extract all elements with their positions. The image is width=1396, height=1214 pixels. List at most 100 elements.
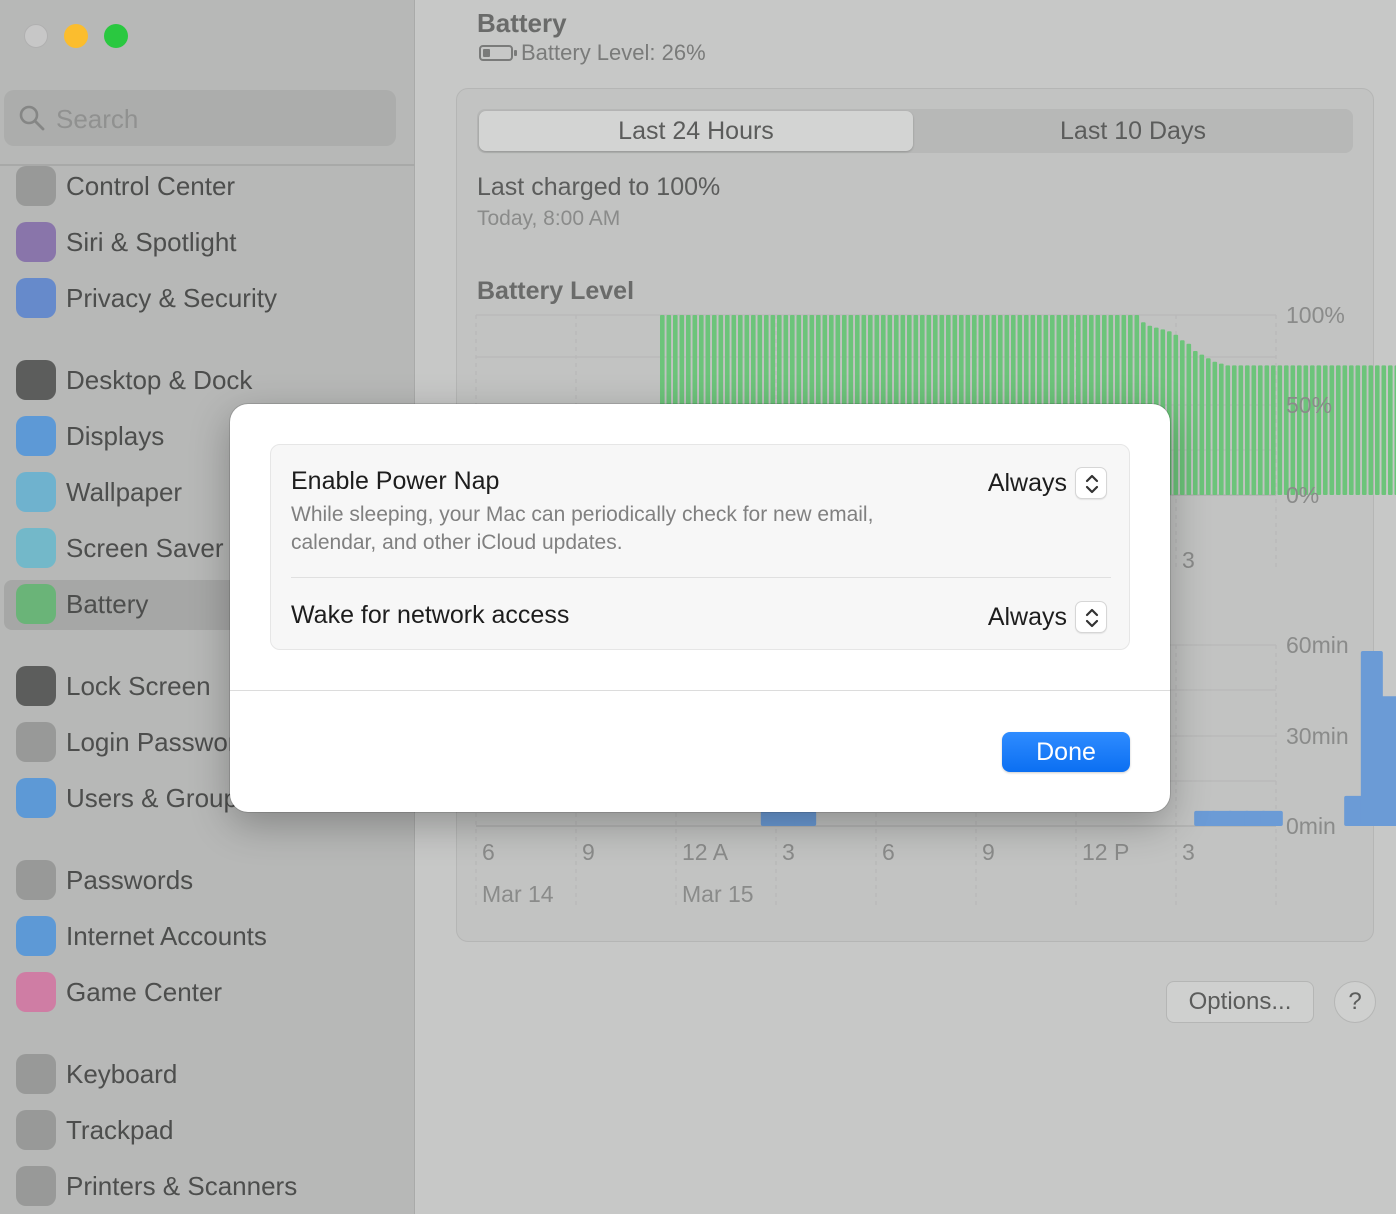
- battery-level-bar: [1219, 363, 1224, 495]
- sidebar-item-internet-accounts[interactable]: Internet Accounts: [4, 912, 404, 962]
- sidebar-item-siri-spotlight[interactable]: Siri & Spotlight: [4, 218, 404, 268]
- battery-level-bar: [1329, 365, 1335, 495]
- sidebar-item-label: Keyboard: [66, 1059, 178, 1089]
- sidebar-item-desktop-dock[interactable]: Desktop & Dock: [4, 356, 404, 406]
- usage-y-tick-label: 30min: [1286, 723, 1349, 749]
- date-label: Mar 14: [482, 881, 554, 907]
- usage-x-tick-label: 12 A: [682, 839, 729, 865]
- usage-y-tick-label: 60min: [1286, 632, 1349, 658]
- wake-network-value: Always: [987, 603, 1067, 631]
- up-down-chevron-icon: [1075, 467, 1107, 499]
- battery-level-bar: [1271, 365, 1276, 495]
- battery-y-tick-label: 50%: [1286, 392, 1332, 418]
- users-icon: [16, 778, 56, 818]
- sidebar-item-game-center[interactable]: Game Center: [4, 968, 404, 1018]
- sidebar-item-label: Internet Accounts: [66, 921, 267, 951]
- search-field[interactable]: Search: [4, 90, 396, 146]
- sidebar-item-label: Users & Groups: [66, 783, 251, 813]
- sidebar-item-keyboard[interactable]: Keyboard: [4, 1050, 404, 1100]
- sidebar-item-label: Wallpaper: [66, 477, 183, 507]
- search-icon: [19, 105, 45, 131]
- dock-icon: [16, 360, 56, 400]
- battery-level-bar: [1297, 365, 1302, 495]
- zoom-button[interactable]: [104, 24, 128, 48]
- battery-level-bar: [1245, 365, 1250, 495]
- sidebar-item-privacy-security[interactable]: Privacy & Security: [4, 274, 404, 324]
- siri-icon: [16, 222, 56, 262]
- screen-usage-bar: [1260, 810, 1283, 826]
- sidebar-item-label: Privacy & Security: [66, 283, 277, 313]
- battery-level-bar: [1251, 365, 1257, 495]
- battery-level-bar: [1310, 365, 1315, 495]
- sidebar-item-label: Battery: [66, 589, 149, 619]
- usage-x-tick-label: 3: [1182, 839, 1195, 865]
- keyboard-icon: [16, 1054, 56, 1094]
- power-nap-description: While sleeping, your Mac can periodicall…: [291, 503, 874, 554]
- battery-level-bar: [1206, 358, 1211, 495]
- wake-network-title: Wake for network access: [291, 601, 570, 629]
- battery-level-bar: [1225, 365, 1231, 495]
- battery-level-bar: [1212, 361, 1218, 495]
- usage-y-tick-label: 0min: [1286, 813, 1336, 839]
- at-icon: [16, 916, 56, 956]
- up-down-chevron-icon: [1075, 601, 1107, 633]
- done-button[interactable]: Done: [1002, 732, 1130, 772]
- lock-icon: [16, 722, 56, 762]
- sidebar-item-control-center[interactable]: Control Center: [4, 162, 404, 212]
- battery-level-bar: [1264, 365, 1270, 495]
- flower-icon: [16, 472, 56, 512]
- screen-usage-bar: [1377, 696, 1396, 826]
- battery-level-bar: [1375, 365, 1380, 495]
- sidebar-item-trackpad[interactable]: Trackpad: [4, 1106, 404, 1156]
- usage-x-tick-label: 3: [782, 839, 795, 865]
- screen-saver-icon: [16, 528, 56, 568]
- sidebar-item-label: Desktop & Dock: [66, 365, 253, 395]
- wake-network-popup[interactable]: Always: [967, 601, 1107, 635]
- screen-usage-bar: [794, 810, 817, 826]
- usage-x-tick-label: 6: [482, 839, 495, 865]
- game-center-icon: [16, 972, 56, 1012]
- minimize-button[interactable]: [64, 24, 88, 48]
- sidebar-item-label: Control Center: [66, 171, 236, 201]
- sidebar-item-label: Login Password: [66, 727, 251, 757]
- sidebar-item-label: Printers & Scanners: [66, 1171, 298, 1201]
- battery-level-bar: [1277, 365, 1283, 495]
- close-button[interactable]: [24, 24, 48, 48]
- sidebar-item-passwords[interactable]: Passwords: [4, 856, 404, 906]
- battery-y-tick-label: 100%: [1286, 302, 1345, 328]
- power-nap-value: Always: [987, 469, 1067, 497]
- sidebar-item-label: Lock Screen: [66, 671, 211, 701]
- battery-level-bar: [1349, 365, 1354, 495]
- power-nap-popup[interactable]: Always: [967, 467, 1107, 501]
- settings-group: Enable Power Nap While sleeping, your Ma…: [270, 444, 1130, 650]
- battery-level-bar: [1355, 365, 1361, 495]
- battery-level-bar: [1258, 365, 1263, 495]
- sidebar-item-printers-scanners[interactable]: Printers & Scanners: [4, 1162, 404, 1212]
- sidebar-item-label: Game Center: [66, 977, 223, 1007]
- trackpad-icon: [16, 1110, 56, 1150]
- battery-level-bar: [1336, 365, 1341, 495]
- sidebar-item-label: Trackpad: [66, 1115, 174, 1145]
- sidebar-item-label: Displays: [66, 421, 165, 451]
- usage-x-tick-label: 9: [982, 839, 995, 865]
- help-button[interactable]: ?: [1334, 981, 1376, 1023]
- sidebar-item-label: Passwords: [66, 865, 194, 895]
- sidebar-item-label: Siri & Spotlight: [66, 227, 237, 257]
- battery-level-bar: [1342, 365, 1348, 495]
- options-button[interactable]: Options...: [1166, 981, 1314, 1023]
- usage-x-tick-label: 9: [582, 839, 595, 865]
- battery-level-bar: [1303, 365, 1309, 495]
- battery-level-bar: [1368, 365, 1374, 495]
- row-divider: [291, 577, 1111, 578]
- battery-level-bar: [1193, 351, 1198, 495]
- battery-y-tick-label: 0%: [1286, 482, 1319, 508]
- battery-level-bar: [1238, 365, 1244, 495]
- hand-icon: [16, 278, 56, 318]
- battery-icon: [16, 584, 56, 624]
- date-label: Mar 15: [682, 881, 754, 907]
- lock-icon: [16, 666, 56, 706]
- battery-level-bar: [1290, 365, 1296, 495]
- battery-level-bar: [1199, 354, 1205, 495]
- printer-icon: [16, 1166, 56, 1206]
- battery-level-bar: [1381, 365, 1387, 495]
